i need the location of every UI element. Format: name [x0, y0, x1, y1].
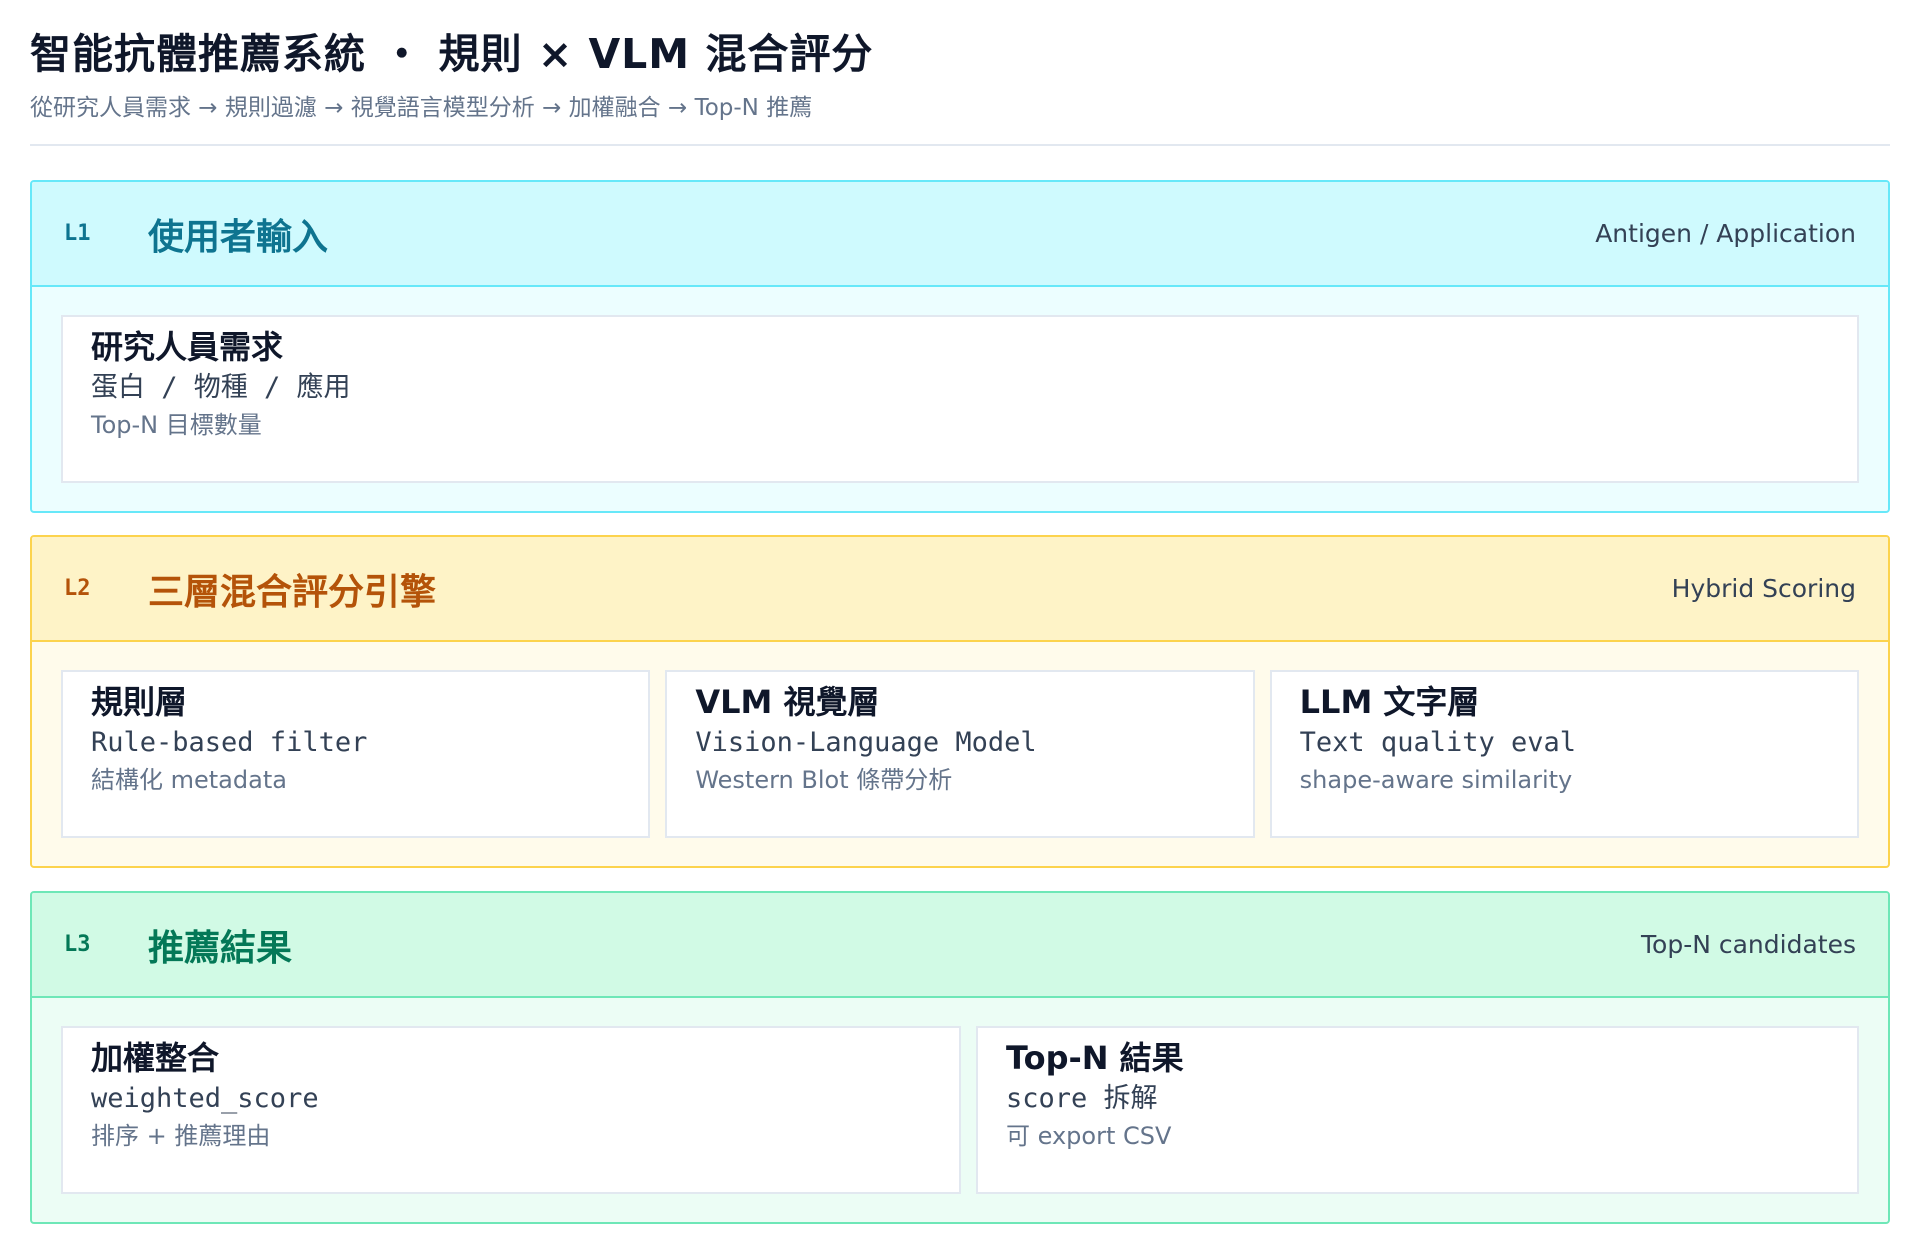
layer-body: 加權整合 weighted_score 排序 + 推薦理由 Top-N 結果 s…: [32, 998, 1888, 1222]
card-detail: Text quality eval: [1299, 727, 1576, 758]
layer-code: L2: [64, 576, 91, 601]
card-title: VLM 視覺層: [695, 683, 880, 721]
layer-tag: Hybrid Scoring: [1671, 574, 1856, 603]
card-note: 可 export CSV: [1006, 1122, 1172, 1150]
layer-l1-user-input: L1 使用者輸入 Antigen / Application 研究人員需求 蛋白…: [30, 180, 1890, 513]
header-divider: [30, 144, 1890, 146]
layer-tag: Top-N candidates: [1641, 930, 1856, 959]
page: 智能抗體推薦系統 ・ 規則 × VLM 混合評分 從研究人員需求 → 規則過濾 …: [0, 0, 1920, 1260]
card-title: Top-N 結果: [1006, 1039, 1184, 1077]
layer-l2-hybrid-scoring: L2 三層混合評分引擎 Hybrid Scoring 規則層 Rule-base…: [30, 535, 1890, 868]
layer-body: 規則層 Rule-based filter 結構化 metadata VLM 視…: [32, 642, 1888, 866]
layer-code: L1: [64, 221, 91, 246]
layer-header: L1 使用者輸入 Antigen / Application: [32, 182, 1888, 287]
card-detail: weighted_score: [91, 1083, 319, 1114]
layer-title: 使用者輸入: [148, 216, 329, 258]
layer-l3-results: L3 推薦結果 Top-N candidates 加權整合 weighted_s…: [30, 891, 1890, 1224]
card-note: shape-aware similarity: [1299, 766, 1573, 794]
card-vlm-layer: VLM 視覺層 Vision-Language Model Western Bl…: [665, 670, 1255, 838]
layer-code: L3: [64, 932, 91, 957]
layer-title: 推薦結果: [148, 927, 293, 969]
card-detail: 蛋白 / 物種 / 應用: [91, 372, 351, 403]
card-rule-layer: 規則層 Rule-based filter 結構化 metadata: [61, 670, 651, 838]
card-top-n-results: Top-N 結果 score 拆解 可 export CSV: [976, 1026, 1859, 1194]
card-note: 結構化 metadata: [91, 766, 287, 794]
page-title: 智能抗體推薦系統 ・ 規則 × VLM 混合評分: [30, 30, 874, 78]
card-detail: score 拆解: [1006, 1083, 1158, 1114]
header: 智能抗體推薦系統 ・ 規則 × VLM 混合評分 從研究人員需求 → 規則過濾 …: [30, 0, 1890, 146]
layer-title: 三層混合評分引擎: [148, 571, 437, 613]
layer-header: L2 三層混合評分引擎 Hybrid Scoring: [32, 537, 1888, 642]
layer-body: 研究人員需求 蛋白 / 物種 / 應用 Top-N 目標數量: [32, 287, 1888, 511]
card-title: LLM 文字層: [1299, 683, 1480, 721]
card-detail: Vision-Language Model: [695, 727, 1037, 758]
layer-tag: Antigen / Application: [1595, 219, 1856, 248]
layer-header: L3 推薦結果 Top-N candidates: [32, 893, 1888, 998]
card-weighted-merge: 加權整合 weighted_score 排序 + 推薦理由: [61, 1026, 961, 1194]
card-researcher-needs: 研究人員需求 蛋白 / 物種 / 應用 Top-N 目標數量: [61, 315, 1859, 483]
card-title: 規則層: [91, 683, 188, 721]
card-note: 排序 + 推薦理由: [91, 1122, 271, 1150]
card-title: 加權整合: [91, 1039, 220, 1077]
card-llm-layer: LLM 文字層 Text quality eval shape-aware si…: [1269, 670, 1859, 838]
card-note: Top-N 目標數量: [91, 411, 262, 439]
card-title: 研究人員需求: [91, 328, 284, 366]
card-note: Western Blot 條帶分析: [695, 766, 953, 794]
card-detail: Rule-based filter: [91, 727, 368, 758]
page-subtitle: 從研究人員需求 → 規則過濾 → 視覺語言模型分析 → 加權融合 → Top-N…: [30, 95, 813, 121]
